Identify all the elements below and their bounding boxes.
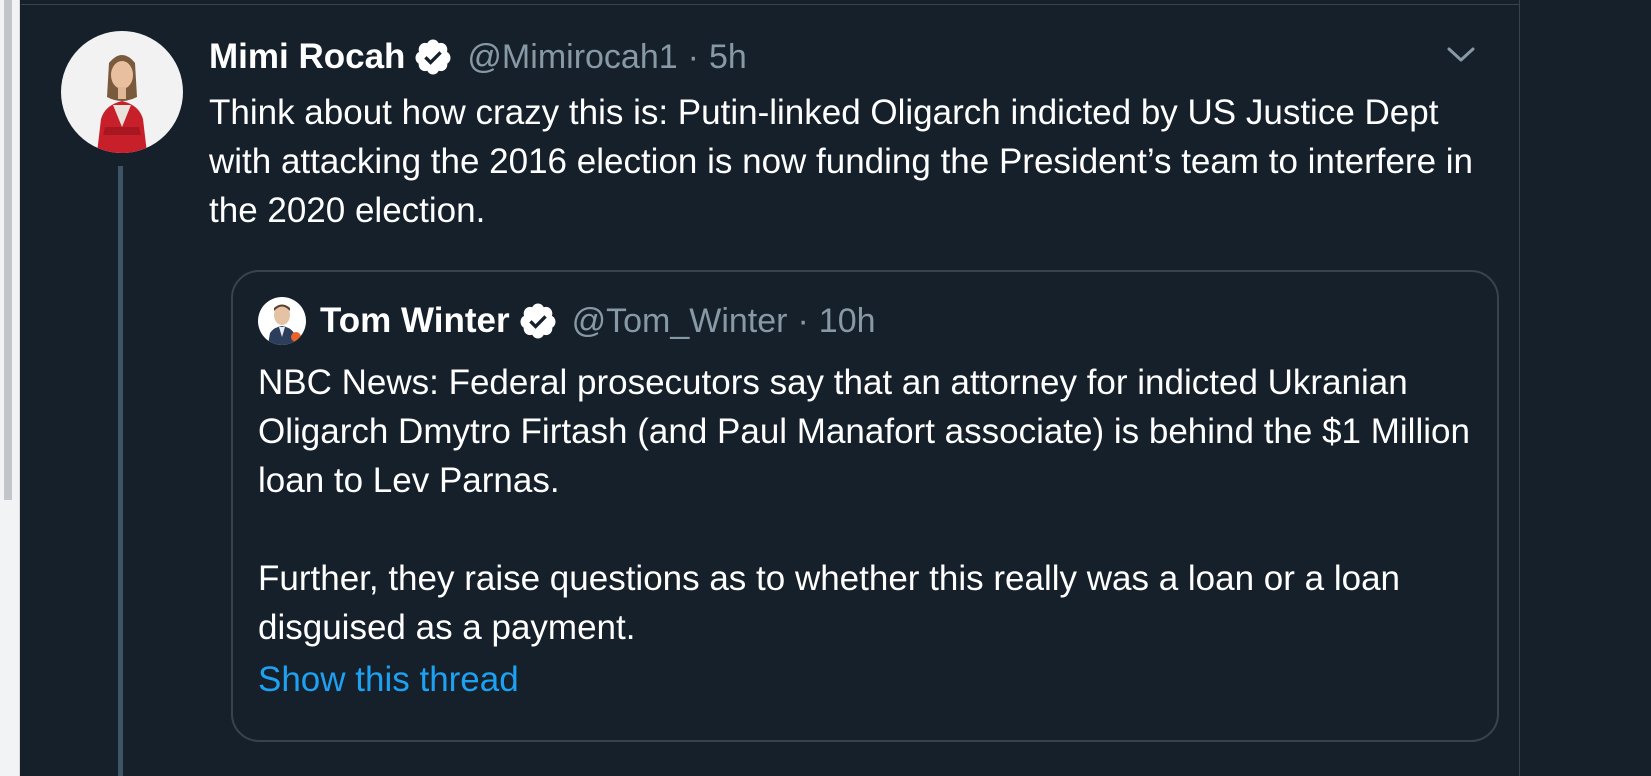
quoted-tweet-paragraph: Further, they raise questions as to whet… [258, 559, 1400, 647]
quoted-tweet-timestamp: 10h [818, 301, 876, 340]
quoted-tweet-text: NBC News: Federal prosecutors say that a… [258, 358, 1478, 652]
window-left-edge [0, 0, 20, 776]
right-gutter [1520, 0, 1651, 776]
thread-connector-line [118, 166, 123, 776]
tweet-text: Think about how crazy this is: Putin-lin… [209, 93, 1473, 230]
meta-separator: · [797, 301, 809, 340]
quoted-avatar [258, 297, 306, 345]
quoted-tweet-paragraph: NBC News: Federal prosecutors say that a… [258, 363, 1470, 500]
tweet-header: Mimi Rocah @Mimirocah1 · 5h [209, 34, 747, 80]
author-handle[interactable]: @Mimirocah1 [467, 38, 677, 77]
verified-badge-icon [413, 37, 453, 77]
tweet-timestamp[interactable]: 5h [709, 38, 747, 77]
scrollbar-thumb[interactable] [4, 0, 12, 500]
chevron-down-icon[interactable] [1441, 40, 1481, 70]
meta-separator: · [687, 37, 699, 76]
tweet-divider [21, 4, 1520, 5]
author-name[interactable]: Mimi Rocah [209, 37, 405, 77]
quoted-tweet-header: Tom Winter @Tom_Winter · 10h [258, 296, 876, 346]
verified-badge-icon [518, 301, 558, 341]
quoted-tweet-card[interactable]: Tom Winter @Tom_Winter · 10h NBC News: F… [231, 270, 1499, 742]
quoted-author-name: Tom Winter [320, 301, 510, 340]
show-thread-link[interactable]: Show this thread [258, 660, 519, 700]
avatar[interactable] [61, 31, 183, 153]
quoted-author-handle: @Tom_Winter [571, 301, 788, 340]
timeline-column: Mimi Rocah @Mimirocah1 · 5h Think about … [21, 0, 1520, 776]
